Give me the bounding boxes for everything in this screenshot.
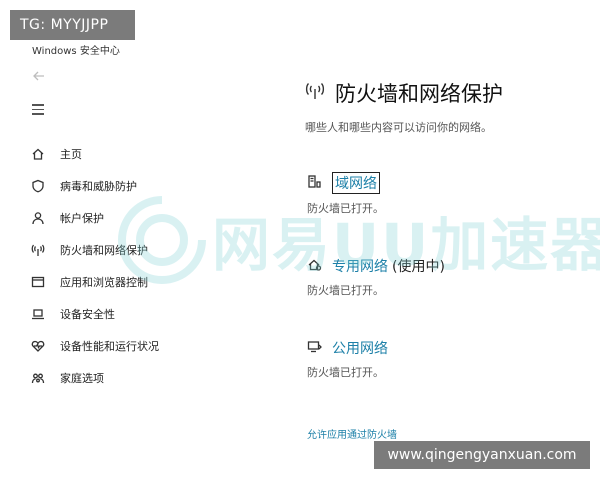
top-left-badge: TG: MYYJJPP [10,10,135,40]
domain-network-status: 防火墙已打开。 [307,202,384,215]
wifi-signal-icon [30,242,46,258]
sidebar-item-family-options[interactable]: 家庭选项 [30,362,230,394]
sidebar-item-label: 主页 [60,148,82,161]
page-subtitle: 哪些人和哪些内容可以访问你的网络。 [305,121,492,134]
sidebar-item-home[interactable]: 主页 [30,138,230,170]
window-title: Windows 安全中心 [32,46,120,57]
sidebar-item-label: 家庭选项 [60,372,104,385]
public-network-link[interactable]: 公用网络 [332,338,388,358]
domain-network-link[interactable]: 域网络 [332,172,380,194]
allow-app-through-firewall-link[interactable]: 允许应用通过防火墙 [307,426,397,441]
family-icon [30,370,46,386]
main-content: 防火墙和网络保护 哪些人和哪些内容可以访问你的网络。 [305,78,585,135]
sidebar-item-virus-protection[interactable]: 病毒和威胁防护 [30,170,230,202]
menu-icon[interactable] [32,104,46,116]
sidebar-item-device-security[interactable]: 设备安全性 [30,298,230,330]
home-icon [30,146,46,162]
private-network-icon [307,257,322,276]
sidebar-item-label: 帐户保护 [60,212,104,225]
public-network-icon [307,339,322,358]
sidebar-item-firewall[interactable]: 防火墙和网络保护 [30,234,230,266]
shield-icon [30,178,46,194]
heart-icon [30,338,46,354]
public-network-status: 防火墙已打开。 [307,366,384,379]
back-arrow-icon[interactable] [32,68,46,82]
windows-security-firewall-page: TG: MYYJJPP www.qingengyanxuan.com Windo… [0,0,600,480]
person-icon [30,210,46,226]
sidebar-item-device-performance[interactable]: 设备性能和运行状况 [30,330,230,362]
domain-network-section: 域网络 防火墙已打开。 [307,172,384,216]
sidebar-nav: 主页 病毒和威胁防护 帐户保护 防火墙和网络保护 应用和浏览器控制 设备安全性 … [30,138,230,394]
private-network-status: 防火墙已打开。 [307,284,384,297]
sidebar-item-app-browser-control[interactable]: 应用和浏览器控制 [30,266,230,298]
in-use-label: (使用中) [392,259,445,275]
sidebar-item-label: 设备性能和运行状况 [60,340,159,353]
sidebar-item-account-protection[interactable]: 帐户保护 [30,202,230,234]
page-title: 防火墙和网络保护 [335,82,503,106]
sidebar-item-label: 防火墙和网络保护 [60,244,148,257]
app-window-icon [30,274,46,290]
sidebar-item-label: 应用和浏览器控制 [60,276,148,289]
bottom-right-badge: www.qingengyanxuan.com [374,441,590,469]
sidebar-item-label: 设备安全性 [60,308,115,321]
private-network-section: 专用网络 (使用中) 防火墙已打开。 [307,256,445,298]
laptop-icon [30,306,46,322]
private-network-link[interactable]: 专用网络 [332,256,388,276]
page-header: 防火墙和网络保护 [305,78,585,108]
domain-network-icon [307,174,322,193]
sidebar-item-label: 病毒和威胁防护 [60,180,137,193]
public-network-section: 公用网络 防火墙已打开。 [307,338,388,380]
wifi-signal-icon [305,81,325,105]
